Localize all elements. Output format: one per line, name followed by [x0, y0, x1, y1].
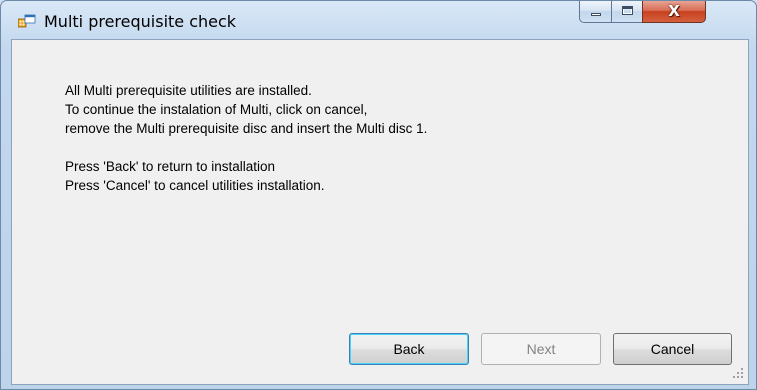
maximize-button[interactable]: [611, 1, 643, 23]
app-window-icon: [18, 14, 36, 28]
message-line: Press 'Back' to return to installation: [65, 159, 276, 174]
close-button[interactable]: X: [642, 1, 706, 23]
dialog-window: Multi prerequisite check X All Multi pre…: [0, 0, 757, 390]
next-button[interactable]: Next: [481, 333, 601, 365]
minimize-button[interactable]: [579, 1, 612, 23]
back-button[interactable]: Back: [349, 333, 469, 365]
cancel-button[interactable]: Cancel: [613, 333, 732, 365]
message-line: To continue the instalation of Multi, cl…: [65, 102, 368, 117]
minimize-icon: [591, 13, 601, 16]
window-title: Multi prerequisite check: [44, 12, 237, 31]
message-line: Press 'Cancel' to cancel utilities insta…: [65, 178, 325, 193]
title-bar[interactable]: Multi prerequisite check X: [1, 1, 756, 39]
maximize-icon: [622, 6, 633, 15]
message-text: All Multi prerequisite utilities are ins…: [65, 81, 685, 195]
resize-grip-icon[interactable]: [732, 367, 744, 379]
message-line: remove the Multi prerequisite disc and i…: [65, 121, 428, 136]
message-line: [65, 138, 685, 157]
message-line: All Multi prerequisite utilities are ins…: [65, 83, 312, 98]
close-icon: X: [668, 2, 680, 20]
